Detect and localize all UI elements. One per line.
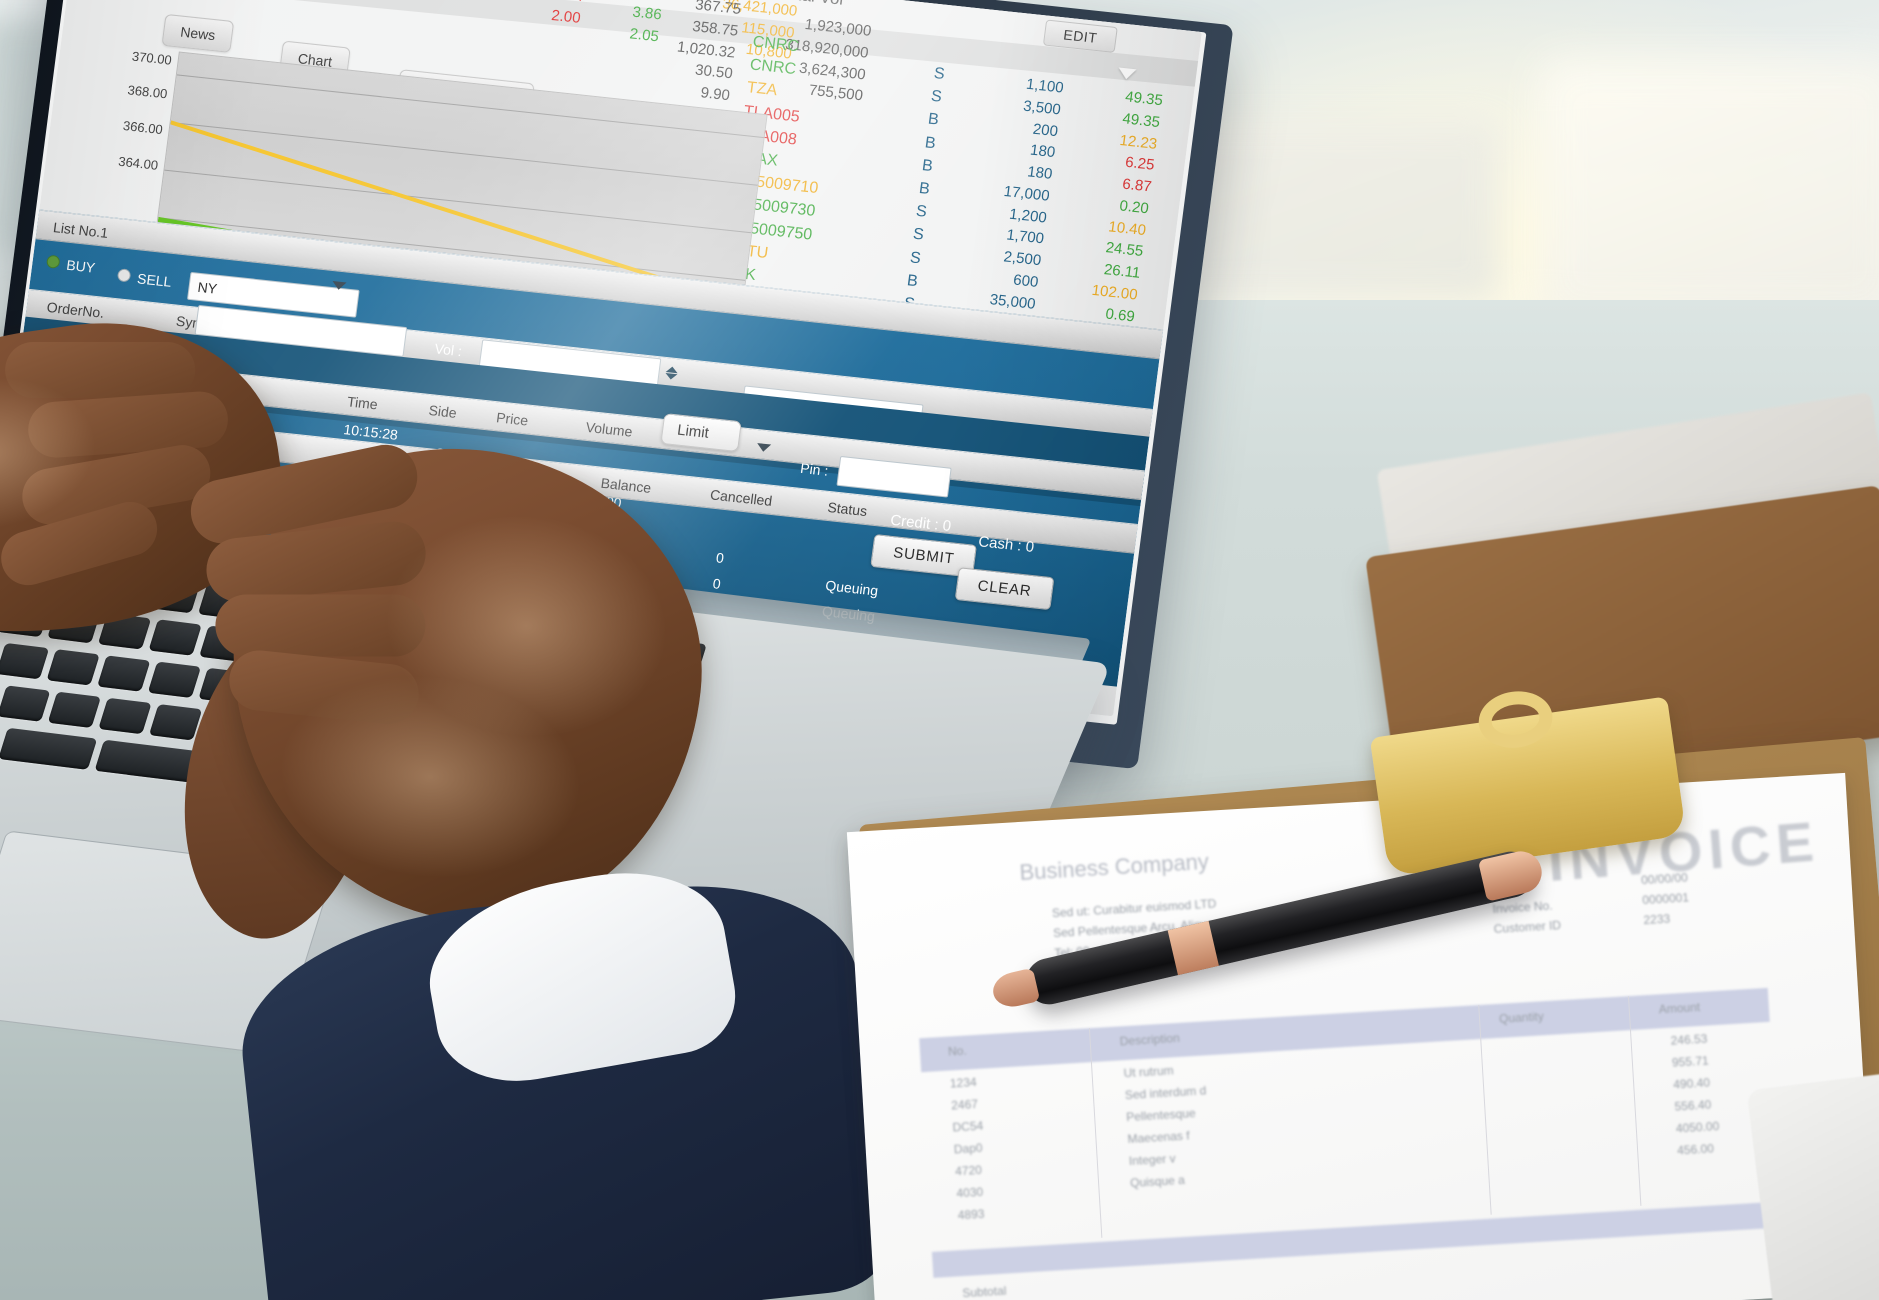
scene: + ADD EDIT Total Vol 2.05-0.05 1.92%-0.2… xyxy=(0,0,1879,1300)
row-0-cancelled: 0 xyxy=(715,549,725,567)
col-order-no: OrderNo. xyxy=(45,298,106,321)
y-tick-2: 366.00 xyxy=(122,118,164,138)
market-select-caret-icon[interactable] xyxy=(331,281,347,291)
scroll-down-caret-icon[interactable] xyxy=(1117,67,1137,81)
invoice-code-2: DC54 xyxy=(952,1118,984,1135)
row-1-cancelled: 0 xyxy=(711,575,722,592)
invoice-meta-val-0: 00/00/00 xyxy=(1640,870,1689,888)
invoice-desc-2: Pellentesque xyxy=(1125,1106,1196,1125)
invoice-footer-0: Subtotal xyxy=(961,1283,1007,1300)
col-side: Side xyxy=(427,402,458,421)
buy-label: BUY xyxy=(65,256,97,276)
invoice-desc-1: Sed interdum d xyxy=(1124,1083,1207,1103)
blurred-object-right xyxy=(1540,60,1879,320)
y-tick-0: 370.00 xyxy=(131,48,173,68)
clipboard: INVOICE Business Company Sed ut: Curabit… xyxy=(846,686,1879,1300)
invoice-line-0: Sed ut: Curabitur euismod LTD xyxy=(1051,896,1217,921)
order-type-caret-icon[interactable] xyxy=(756,443,772,453)
y-tick-1: 368.00 xyxy=(126,82,169,102)
invoice-meta-2: Customer ID xyxy=(1493,918,1562,937)
y-tick-3: 364.00 xyxy=(117,153,159,173)
invoice-desc-4: Integer v xyxy=(1128,1151,1176,1169)
invoice-code-3: Dap0 xyxy=(953,1140,983,1157)
col-price: Price xyxy=(495,409,530,429)
buy-radio[interactable] xyxy=(45,254,61,269)
vol-spinner[interactable] xyxy=(664,365,679,386)
invoice-th-0: No. xyxy=(947,1043,968,1059)
invoice-amount-1: 955.71 xyxy=(1671,1053,1710,1070)
invoice-meta-1: Invoice No. xyxy=(1492,898,1553,917)
invoice-amount-4: 4050.00 xyxy=(1675,1119,1720,1136)
invoice-code-5: 4030 xyxy=(956,1184,984,1201)
col-cancelled: Cancelled xyxy=(709,486,774,509)
invoice-th-2: Quantity xyxy=(1498,1009,1545,1026)
sell-radio[interactable] xyxy=(116,268,132,283)
row-0-status: Queuing xyxy=(824,577,880,599)
invoice-paper: INVOICE Business Company Sed ut: Curabit… xyxy=(846,772,1876,1300)
invoice-amount-5: 456.00 xyxy=(1676,1141,1715,1158)
invoice-code-4: 4720 xyxy=(954,1162,983,1179)
col-time: Time xyxy=(346,393,379,413)
pen-band xyxy=(1167,920,1219,976)
invoice-code-0: 1234 xyxy=(949,1074,978,1091)
invoice-amount-0: 246.53 xyxy=(1670,1031,1708,1048)
invoice-amount-3: 556.40 xyxy=(1674,1097,1712,1114)
invoice-company: Business Company xyxy=(1018,848,1210,886)
invoice-desc-5: Quisque a xyxy=(1129,1172,1186,1191)
market-select-value: NY xyxy=(196,278,219,297)
col-status: Status xyxy=(826,498,869,520)
invoice-desc-3: Maecenas f xyxy=(1127,1128,1190,1147)
sell-label: SELL xyxy=(136,270,173,290)
col-volume: Volume xyxy=(584,418,634,440)
bid-column: 3.842.00 xyxy=(550,0,584,27)
invoice-th-3: Amount xyxy=(1658,999,1701,1017)
invoice-meta-val-2: 2233 xyxy=(1643,911,1671,928)
invoice-meta-val-1: 0000001 xyxy=(1641,890,1690,908)
invoice-amount-2: 490.40 xyxy=(1672,1075,1711,1092)
col-balance: Balance xyxy=(599,474,653,496)
invoice-code-6: 4893 xyxy=(957,1206,985,1223)
list-number-label: List No.1 xyxy=(52,219,110,241)
invoice-footer-band xyxy=(931,1201,1782,1278)
vol-label: Vol : xyxy=(433,340,463,360)
pin-label: Pin : xyxy=(799,459,830,479)
invoice-desc-0: Ut rutrum xyxy=(1123,1063,1174,1081)
invoice-code-1: 2467 xyxy=(950,1096,979,1113)
clear-button[interactable]: CLEAR xyxy=(954,567,1055,611)
